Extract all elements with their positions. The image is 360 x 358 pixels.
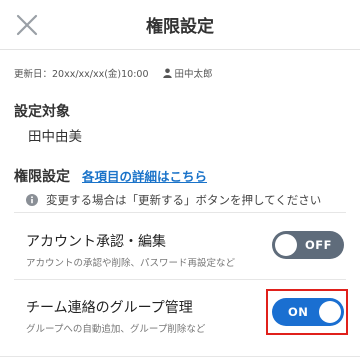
divider <box>14 279 346 280</box>
info-icon <box>26 194 38 206</box>
setting-desc: グループへの自動追加、グループ削除など <box>26 324 206 335</box>
page-title: 権限設定 <box>146 17 214 37</box>
setting-group-management: チーム連絡のグループ管理 グループへの自動追加、グループ削除など <box>26 297 205 335</box>
permission-label: 権限設定 <box>14 169 70 185</box>
notice-text: 変更する場合は「更新する」ボタンを押してください <box>46 193 322 207</box>
permission-header: 権限設定 各項目の詳細はこちら <box>14 166 207 186</box>
notice: 変更する場合は「更新する」ボタンを押してください <box>26 192 321 208</box>
highlight-box <box>266 289 348 335</box>
setting-account-approval: アカウント承認・編集 アカウントの承認や削除、パスワード再設定など <box>26 231 235 269</box>
person-icon <box>162 68 172 78</box>
account-approval-toggle[interactable]: OFF <box>272 231 344 259</box>
toggle-knob <box>275 234 297 256</box>
updated-user: 田中太郎 <box>174 69 213 80</box>
toggle-label: OFF <box>305 238 332 252</box>
setting-name: チーム連絡のグループ管理 <box>26 300 193 316</box>
update-info: 更新日：20xx/xx/xx(金)10:00 田中太郎 <box>14 66 213 80</box>
setting-desc: アカウントの承認や削除、パスワード再設定など <box>26 258 236 269</box>
divider <box>0 356 360 357</box>
setting-name: アカウント承認・編集 <box>26 234 166 250</box>
updated-date: 更新日：20xx/xx/xx(金)10:00 <box>14 69 149 80</box>
target-name: 田中由美 <box>28 129 82 145</box>
divider <box>14 212 346 213</box>
target-label: 設定対象 <box>14 104 70 120</box>
header-bar: 権限設定 <box>0 0 360 50</box>
detail-link[interactable]: 各項目の詳細はこちら <box>82 166 207 185</box>
